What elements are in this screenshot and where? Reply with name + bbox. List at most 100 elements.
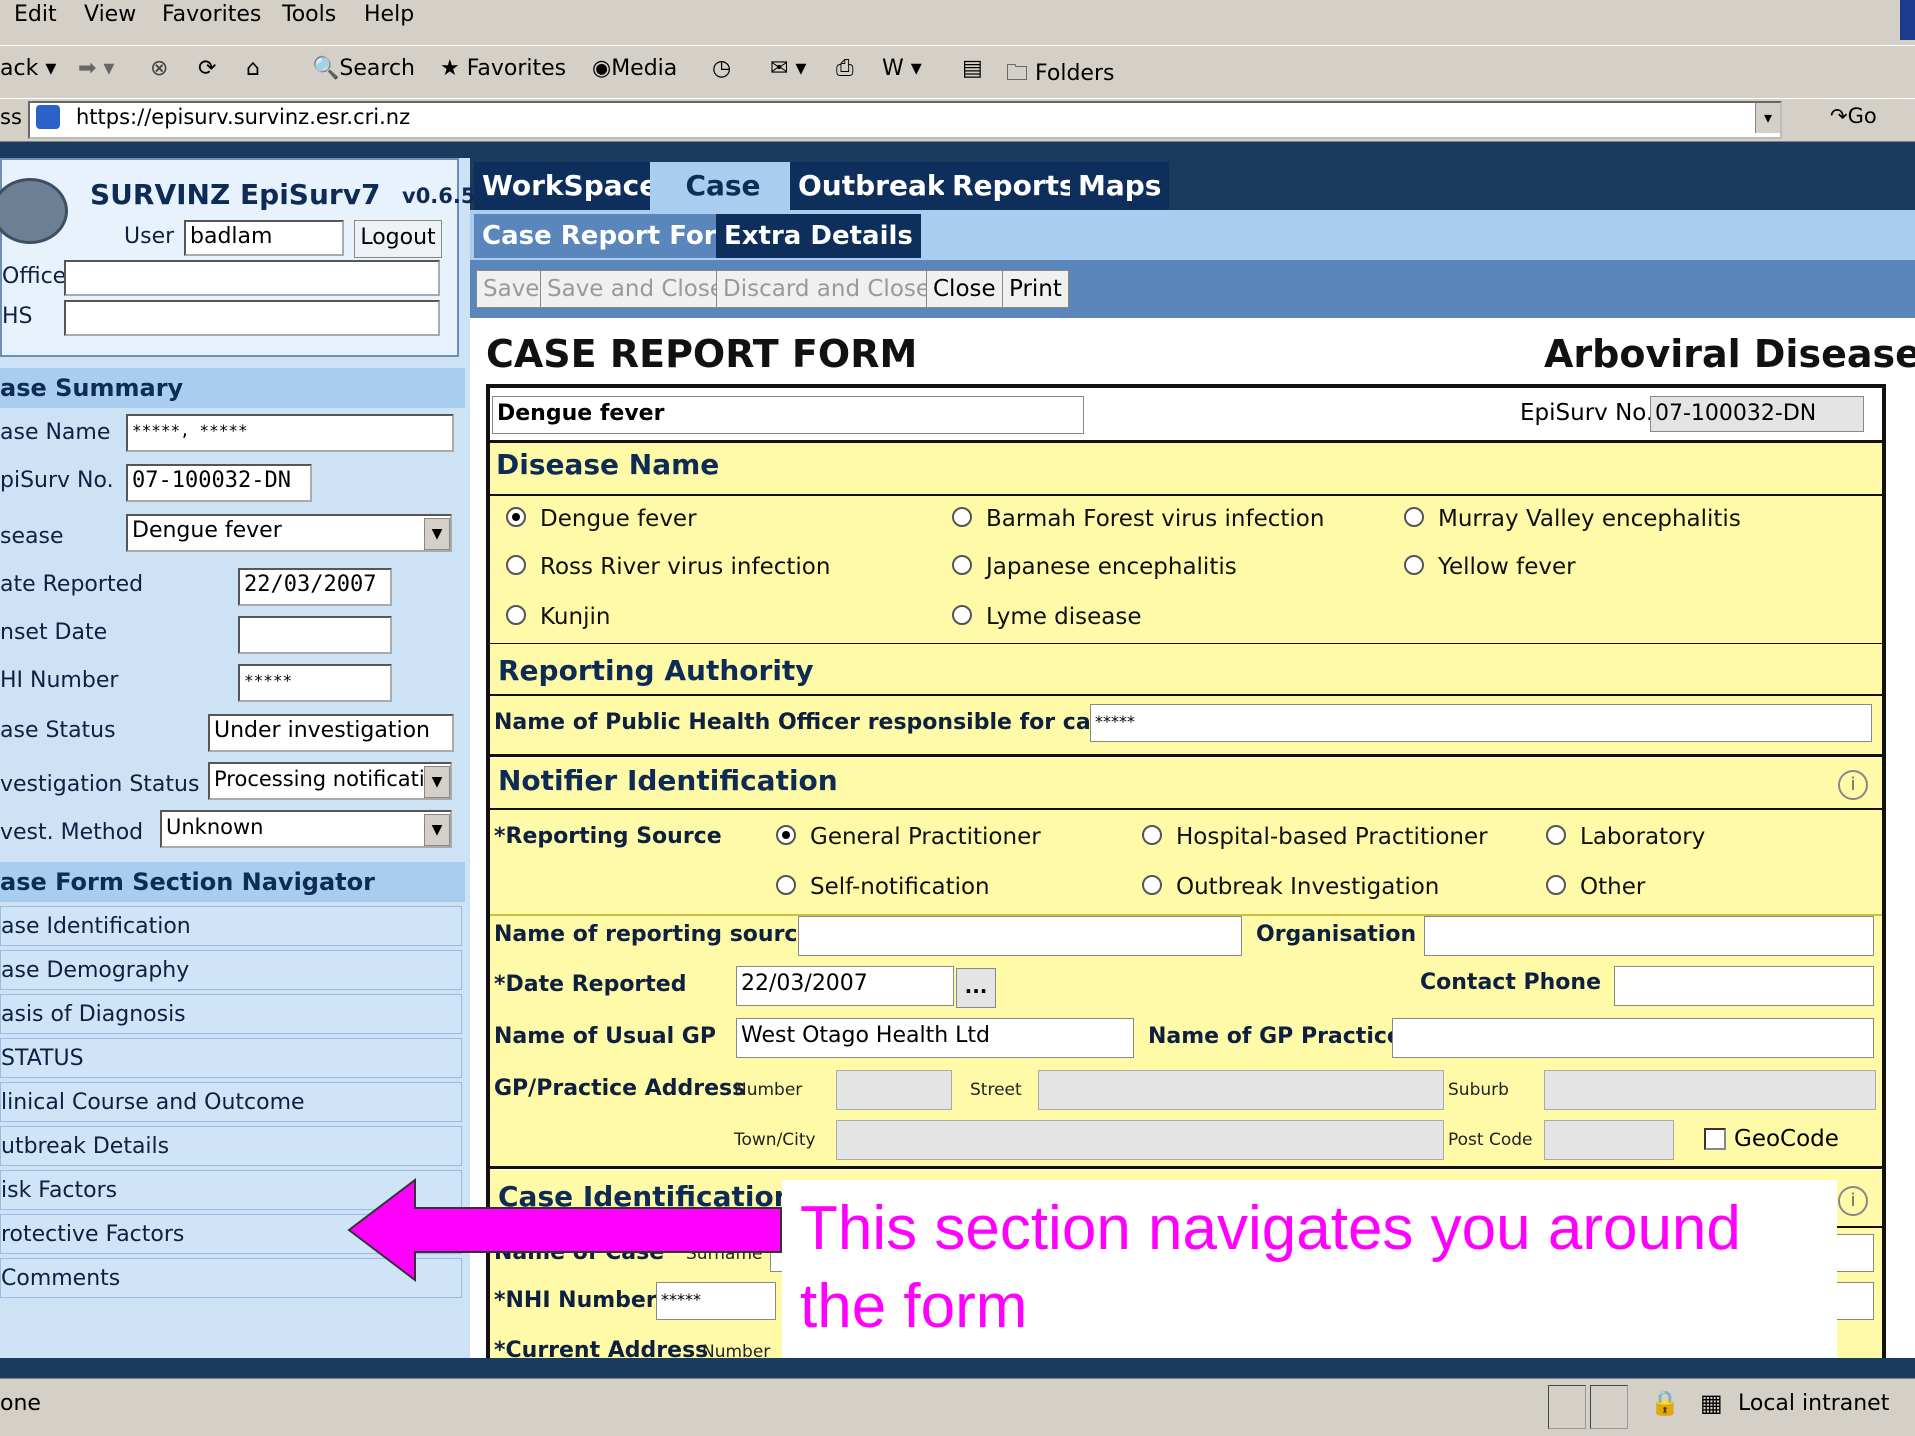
gp-number-field[interactable] xyxy=(836,1070,952,1110)
office-field[interactable] xyxy=(64,260,440,296)
gp-town-field[interactable] xyxy=(836,1120,1444,1160)
disease-field[interactable]: Dengue fever xyxy=(492,396,1084,434)
zone-text: Local intranet xyxy=(1738,1391,1890,1416)
radio-murray[interactable]: Murray Valley encephalitis xyxy=(1404,506,1741,532)
organisation-field[interactable] xyxy=(1424,916,1874,956)
radio-barmah[interactable]: Barmah Forest virus infection xyxy=(952,506,1324,532)
star-icon: ★ xyxy=(440,56,460,81)
back-button[interactable]: ack ▾ xyxy=(0,56,56,81)
gp-suburb-field[interactable] xyxy=(1544,1070,1876,1110)
discard-and-close-button[interactable]: Discard and Close xyxy=(716,270,938,308)
forward-icon[interactable]: ➡ ▾ xyxy=(78,56,114,81)
case-name-field[interactable]: *****, ***** xyxy=(126,414,454,452)
nhi-number-field[interactable]: ***** xyxy=(238,664,392,702)
refresh-icon[interactable]: ⟳ xyxy=(198,56,216,81)
menu-tools[interactable]: Tools xyxy=(282,2,336,27)
phs-field[interactable] xyxy=(64,300,440,336)
edit-icon[interactable]: W ▾ xyxy=(882,56,922,81)
menu-view[interactable]: View xyxy=(84,2,136,27)
nav-case-demography[interactable]: ase Demography xyxy=(0,950,462,990)
tab-maps[interactable]: Maps xyxy=(1070,162,1170,210)
radio-icon xyxy=(1142,874,1162,895)
print-icon[interactable]: ⎙ xyxy=(836,56,854,81)
print-button[interactable]: Print xyxy=(1002,270,1069,308)
chevron-down-icon[interactable]: ▼ xyxy=(424,766,450,798)
lock-icon: 🔒 xyxy=(1650,1389,1680,1417)
tab-workspace[interactable]: WorkSpace xyxy=(474,162,667,210)
tab-case[interactable]: Case xyxy=(650,162,796,214)
close-button[interactable]: Close xyxy=(926,270,1003,308)
media-button[interactable]: ◉Media xyxy=(592,56,677,81)
suburb-label: Suburb xyxy=(1448,1080,1509,1100)
menu-favorites[interactable]: Favorites xyxy=(162,2,261,27)
radio-japanese[interactable]: Japanese encephalitis xyxy=(952,554,1237,580)
menu-help[interactable]: Help xyxy=(364,2,414,27)
url-text: https://episurv.survinz.esr.cri.nz xyxy=(76,105,411,129)
form-date-reported-field[interactable]: 22/03/2007 xyxy=(736,966,954,1006)
onset-date-field[interactable] xyxy=(238,616,392,654)
radio-yellow-fever[interactable]: Yellow fever xyxy=(1404,554,1576,580)
radio-other[interactable]: Other xyxy=(1546,874,1645,900)
radio-self-notification[interactable]: Self-notification xyxy=(776,874,990,900)
go-arrow-icon: ↷ xyxy=(1830,104,1848,128)
gp-street-field[interactable] xyxy=(1038,1070,1444,1110)
radio-hospital-practitioner[interactable]: Hospital-based Practitioner xyxy=(1142,824,1488,850)
home-icon[interactable]: ⌂ xyxy=(246,56,260,81)
disease-select[interactable]: Dengue fever xyxy=(126,514,452,552)
tab-case-report-form[interactable]: Case Report Form xyxy=(474,214,752,258)
chevron-down-icon[interactable]: ▼ xyxy=(424,814,450,846)
window-edge xyxy=(1900,0,1915,40)
tab-reports[interactable]: Reports xyxy=(944,162,1084,210)
investigation-status-select[interactable]: Processing notificati xyxy=(208,762,452,800)
date-reported-field[interactable]: 22/03/2007 xyxy=(238,568,392,606)
episurv-no-field[interactable]: 07-100032-DN xyxy=(126,464,312,502)
stop-icon[interactable]: ⊗ xyxy=(150,56,168,81)
case-nhi-field[interactable]: ***** xyxy=(656,1282,776,1320)
name-reporting-source-field[interactable] xyxy=(798,916,1242,956)
nav-case-identification[interactable]: ase Identification xyxy=(0,906,462,946)
browser-toolbar: ack ▾ ➡ ▾ ⊗ ⟳ ⌂ 🔍Search ★ Favorites ◉Med… xyxy=(0,45,1915,94)
search-button[interactable]: 🔍Search xyxy=(312,56,415,81)
save-and-close-button[interactable]: Save and Close xyxy=(540,270,732,308)
mail-icon[interactable]: ✉ ▾ xyxy=(770,56,806,81)
invest-method-select[interactable]: Unknown xyxy=(160,810,452,848)
logout-button[interactable]: Logout xyxy=(354,220,442,258)
date-picker-button[interactable]: ... xyxy=(956,968,996,1008)
discuss-icon[interactable]: ▤ xyxy=(962,56,983,81)
case-status-field[interactable]: Under investigation xyxy=(208,714,454,752)
save-button[interactable]: Save xyxy=(476,270,547,308)
user-field[interactable]: badlam xyxy=(184,220,344,256)
go-button[interactable]: ↷Go xyxy=(1830,104,1877,128)
nav-clinical-course[interactable]: linical Course and Outcome xyxy=(0,1082,462,1122)
nav-outbreak-details[interactable]: utbreak Details xyxy=(0,1126,462,1166)
info-icon[interactable]: i xyxy=(1838,770,1868,800)
tab-extra-details[interactable]: Extra Details xyxy=(716,214,921,258)
radio-lyme[interactable]: Lyme disease xyxy=(952,604,1142,630)
favorites-button[interactable]: ★ Favorites xyxy=(440,56,566,81)
radio-outbreak-investigation[interactable]: Outbreak Investigation xyxy=(1142,874,1439,900)
info-icon[interactable]: i xyxy=(1838,1186,1868,1216)
radio-kunjin[interactable]: Kunjin xyxy=(506,604,610,630)
history-icon[interactable]: ◷ xyxy=(712,56,731,81)
radio-ross-river[interactable]: Ross River virus infection xyxy=(506,554,830,580)
nav-status[interactable]: STATUS xyxy=(0,1038,462,1078)
geocode-checkbox[interactable] xyxy=(1704,1128,1726,1150)
tab-outbreak[interactable]: Outbreak xyxy=(790,162,954,210)
chevron-down-icon[interactable]: ▼ xyxy=(424,518,450,550)
radio-general-practitioner[interactable]: General Practitioner xyxy=(776,824,1041,850)
menu-edit[interactable]: Edit xyxy=(14,2,57,27)
radio-laboratory[interactable]: Laboratory xyxy=(1546,824,1705,850)
address-dropdown-icon[interactable]: ▾ xyxy=(1755,103,1780,133)
usual-gp-field[interactable]: West Otago Health Ltd xyxy=(736,1018,1134,1058)
disease-group-title: Arboviral Disease xyxy=(1544,332,1915,376)
radio-dengue[interactable]: Dengue fever xyxy=(506,506,697,532)
radio-selected-icon xyxy=(506,506,526,527)
pho-field[interactable]: ***** xyxy=(1090,704,1872,742)
gp-postcode-field[interactable] xyxy=(1544,1120,1674,1160)
folders-button[interactable]: 🗀 Folders xyxy=(1006,56,1114,94)
episurv-field[interactable]: 07-100032-DN xyxy=(1650,396,1864,432)
gp-practice-field[interactable] xyxy=(1392,1018,1874,1058)
contact-phone-field[interactable] xyxy=(1614,966,1874,1006)
nav-basis-of-diagnosis[interactable]: asis of Diagnosis xyxy=(0,994,462,1034)
address-field[interactable]: https://episurv.survinz.esr.cri.nz ▾ xyxy=(28,101,1782,139)
